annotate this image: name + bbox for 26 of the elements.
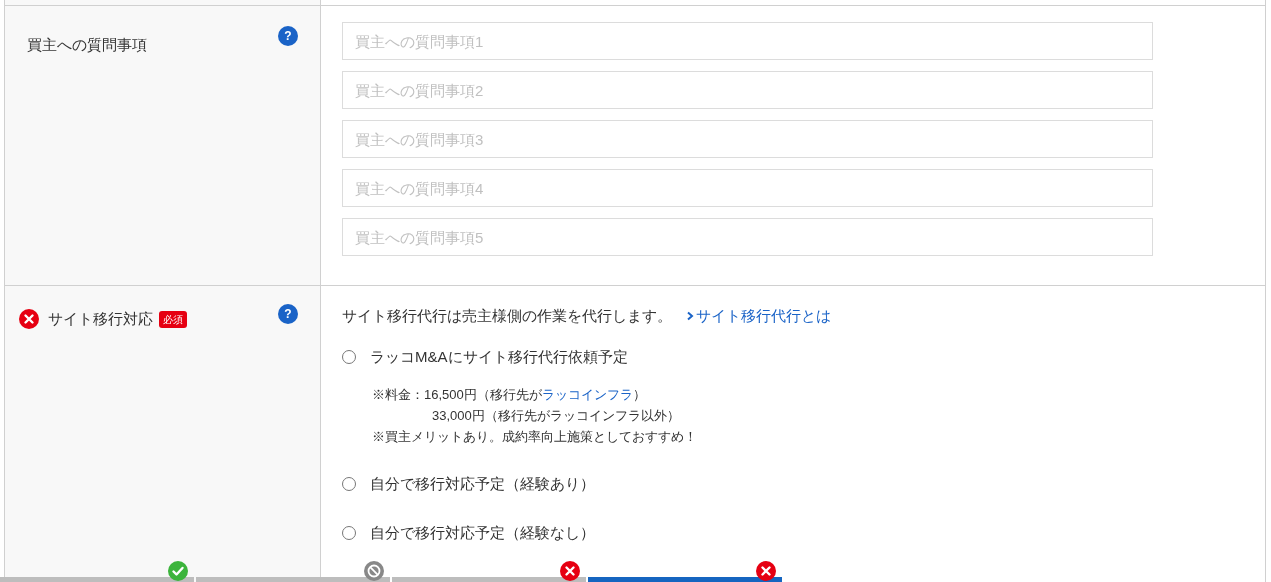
help-icon[interactable]: ?	[278, 304, 298, 324]
radio-option[interactable]: 自分で移行対応予定（経験なし）	[342, 521, 1265, 544]
link[interactable]: サイト移行代行とは	[686, 305, 831, 328]
field-label: 買主への質問事項	[27, 35, 147, 55]
progress-step[interactable]	[0, 577, 194, 582]
note-text: ※買主メリットあり。成約率向上施策としておすすめ！	[372, 428, 698, 446]
note-text: 33,000円（移行先がラッコインフラ以外）	[431, 407, 681, 425]
progress-step[interactable]	[196, 577, 390, 582]
input-field[interactable]: 買主への質問事項5	[342, 218, 1153, 256]
help-icon[interactable]: ?	[278, 26, 298, 46]
input-field[interactable]: 買主への質問事項2	[342, 71, 1153, 109]
input-field[interactable]: 買主への質問事項1	[342, 22, 1153, 60]
chevron-icon	[686, 311, 694, 322]
radio-button[interactable]	[342, 525, 356, 540]
radio-button[interactable]	[342, 477, 356, 492]
link[interactable]: ラッコインフラ	[541, 387, 633, 402]
input-field[interactable]: 買主への質問事項3	[342, 120, 1153, 158]
radio-button[interactable]	[342, 349, 356, 364]
required-badge: 必須	[159, 310, 187, 328]
input-field[interactable]: 買主への質問事項4	[342, 169, 1153, 207]
radio-option[interactable]: ラッコM&Aにサイト移行代行依頼予定	[342, 345, 1265, 368]
radio-option[interactable]: 自分で移行対応予定（経験あり）	[342, 473, 1265, 496]
description-text: サイト移行代行は売主様側の作業を代行します。	[342, 306, 672, 326]
note-text: ※料金：16,500円（移行先がラッコインフラ）	[372, 386, 647, 404]
progress-step[interactable]	[392, 577, 586, 582]
field-label: サイト移行対応	[48, 309, 153, 329]
